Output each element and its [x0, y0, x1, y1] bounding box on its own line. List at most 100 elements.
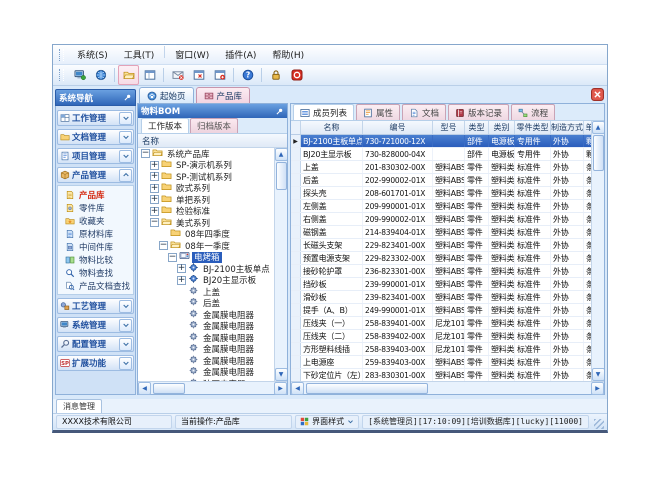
table-row-18[interactable]: 下砂定位片（左）283-830301-00X塑料ABS零件塑料类标准件外协条: [291, 369, 591, 381]
expand-icon[interactable]: +: [150, 195, 159, 204]
mail-error-button[interactable]: [167, 65, 188, 85]
member-tab-属性[interactable]: 属性: [356, 104, 400, 120]
table-row-7[interactable]: 磁钢盖214-839404-01X塑料ABS零件塑料类标准件外协条: [291, 226, 591, 239]
sidebar-item-产品文档查找[interactable]: 产品文档查找: [65, 280, 133, 291]
chevron-down-icon[interactable]: [119, 357, 132, 370]
chevron-down-icon[interactable]: [119, 338, 132, 351]
tree-node-金属膜电阻器[interactable]: 金属膜电阻器: [138, 321, 274, 333]
sidebar-group-1[interactable]: 文档管理: [57, 129, 134, 145]
sidebar-group-0[interactable]: 工作管理: [57, 110, 134, 126]
chevron-down-icon[interactable]: [119, 131, 132, 144]
scroll-left-arrow-icon[interactable]: ◀: [291, 382, 304, 395]
window-refresh-button[interactable]: [209, 65, 230, 85]
sidebar-group-7[interactable]: SP扩展功能: [57, 355, 134, 371]
window-layout-button[interactable]: [139, 65, 160, 85]
table-row-15[interactable]: 压线夹（二）258-839402-00X尼龙1010零件塑料类标准件外协条: [291, 330, 591, 343]
tree-node-系统产品库[interactable]: −系统产品库: [138, 148, 274, 160]
chevron-down-icon[interactable]: [119, 300, 132, 313]
collapse-icon[interactable]: −: [168, 253, 177, 262]
column-header-类别[interactable]: 类别: [489, 121, 515, 134]
sidebar-group-4[interactable]: 工艺管理: [57, 298, 134, 314]
tree-node-金属膜电阻器[interactable]: 金属膜电阻器: [138, 355, 274, 367]
sidebar-group-3[interactable]: 产品管理: [57, 167, 134, 183]
member-tab-成员列表[interactable]: 成员列表: [293, 104, 354, 120]
table-row-2[interactable]: 上盖201-830302-00X塑料ABS零件塑料类标准件外协条: [291, 161, 591, 174]
folder-open-button[interactable]: [118, 65, 139, 85]
scroll-thumb[interactable]: [276, 162, 287, 190]
tree-node-BJ20主显示板[interactable]: +BJ20主显示板: [138, 275, 274, 287]
scroll-up-arrow-icon[interactable]: ▲: [592, 121, 605, 134]
sidebar-item-零件库[interactable]: 零件库: [65, 202, 133, 213]
scroll-thumb[interactable]: [306, 383, 428, 394]
menubar-grip[interactable]: [59, 49, 64, 61]
tree-node-单把系列[interactable]: +单把系列: [138, 194, 274, 206]
sidebar-item-物料查找[interactable]: 物料查找: [65, 267, 133, 278]
member-tab-版本记录[interactable]: 版本记录: [448, 104, 509, 120]
toolbar-grip[interactable]: [59, 69, 64, 81]
chevron-down-icon[interactable]: [119, 150, 132, 163]
tree-node-电烤箱[interactable]: −电烤箱: [138, 252, 274, 264]
table-row-3[interactable]: 后盖202-990002-01X塑料ABS零件塑料类标准件外协条: [291, 174, 591, 187]
tree-node-SP-演示机系列[interactable]: +SP-演示机系列: [138, 160, 274, 172]
menu-item-2[interactable]: 窗口(W): [167, 46, 217, 63]
scroll-down-arrow-icon[interactable]: ▼: [275, 368, 288, 381]
tree-horizontal-scrollbar[interactable]: ◀ ▶: [138, 381, 287, 394]
menu-item-0[interactable]: 系统(S): [69, 46, 116, 63]
table-row-0[interactable]: ▶BJ-2100主板单点730-721000-12X部件电源板专用件外协颗: [291, 135, 591, 148]
expand-icon[interactable]: +: [150, 172, 159, 181]
tree-node-08年四季度[interactable]: 08年四季度: [138, 229, 274, 241]
table-row-8[interactable]: 长磁头支架229-823401-00X塑料ABS零件塑料类标准件外协条: [291, 239, 591, 252]
resize-grip[interactable]: [594, 419, 604, 429]
grid-vertical-scrollbar[interactable]: ▲ ▼: [591, 121, 604, 381]
table-row-9[interactable]: 预置电源支架229-823302-00X塑料ABS零件塑料类标准件外协条: [291, 252, 591, 265]
scroll-up-arrow-icon[interactable]: ▲: [275, 148, 288, 161]
ui-style-dropdown[interactable]: 界面样式: [295, 415, 359, 429]
table-row-17[interactable]: 上电源座259-839403-00X塑料ABS零件塑料类标准件外协条: [291, 356, 591, 369]
table-row-10[interactable]: 接砂轮护罩236-823301-00X塑料ABS零件塑料类标准件外协条: [291, 265, 591, 278]
chevron-up-icon[interactable]: [119, 169, 132, 182]
member-tab-流程[interactable]: 流程: [511, 104, 555, 120]
table-row-16[interactable]: 方形塑料线插258-839403-00X尼龙1010零件塑料类标准件外协条: [291, 343, 591, 356]
scroll-thumb[interactable]: [153, 383, 185, 394]
sidebar-group-2[interactable]: 项目管理: [57, 148, 134, 164]
column-header-零件类型[interactable]: 零件类型: [515, 121, 551, 134]
scroll-down-arrow-icon[interactable]: ▼: [592, 368, 605, 381]
sidebar-group-6[interactable]: 配置管理: [57, 336, 134, 352]
scroll-left-arrow-icon[interactable]: ◀: [138, 382, 151, 395]
collapse-icon[interactable]: −: [141, 149, 150, 158]
window-close-button[interactable]: [188, 65, 209, 85]
table-row-11[interactable]: 挡砂板239-990001-01X塑料ABS零件塑料类标准件外协条: [291, 278, 591, 291]
column-header-单位[interactable]: 单位: [584, 121, 591, 134]
menu-item-1[interactable]: 工具(T): [116, 46, 163, 63]
column-header-编号[interactable]: 编号: [363, 121, 433, 134]
column-header-名称[interactable]: 名称: [301, 121, 363, 134]
document-tab-起始页[interactable]: 起始页: [139, 87, 194, 103]
tree-node-欧式系列[interactable]: +欧式系列: [138, 183, 274, 195]
column-header-制造方式[interactable]: 制造方式: [551, 121, 584, 134]
help-button[interactable]: ?: [237, 65, 258, 85]
lock-button[interactable]: [265, 65, 286, 85]
power-button[interactable]: [286, 65, 307, 85]
expand-icon[interactable]: +: [150, 161, 159, 170]
table-row-6[interactable]: 右侧盖209-990002-01X塑料ABS零件塑料类标准件外协条: [291, 213, 591, 226]
tree-node-检验标准[interactable]: +检验标准: [138, 206, 274, 218]
tree-node-金属膜电阻器[interactable]: 金属膜电阻器: [138, 367, 274, 379]
expand-icon[interactable]: +: [177, 264, 186, 273]
collapse-icon[interactable]: −: [159, 241, 168, 250]
table-row-5[interactable]: 左侧盖209-990001-01X塑料ABS零件塑料类标准件外协条: [291, 200, 591, 213]
table-row-1[interactable]: BJ20主显示板730-828000-04X部件电源板专用件外协颗: [291, 148, 591, 161]
tree-node-SP-测试机系列[interactable]: +SP-测试机系列: [138, 171, 274, 183]
version-tab-归档版本[interactable]: 归档版本: [190, 118, 238, 133]
sidebar-item-收藏夹[interactable]: 收藏夹: [65, 215, 133, 226]
document-tab-产品库[interactable]: 产品库: [196, 87, 251, 103]
collapse-icon[interactable]: −: [150, 218, 159, 227]
message-manager-tab[interactable]: 消息管理: [56, 399, 102, 413]
expand-icon[interactable]: +: [150, 207, 159, 216]
scroll-right-arrow-icon[interactable]: ▶: [274, 382, 287, 395]
table-row-4[interactable]: 探头壳208-601701-01X塑料ABS零件塑料类标准件外协条: [291, 187, 591, 200]
sidebar-item-原材料库[interactable]: 原材料库: [65, 228, 133, 239]
expand-icon[interactable]: +: [150, 184, 159, 193]
computer-button[interactable]: [69, 65, 90, 85]
tree-node-金属膜电阻器[interactable]: 金属膜电阻器: [138, 309, 274, 321]
column-header-型号[interactable]: 型号: [433, 121, 465, 134]
